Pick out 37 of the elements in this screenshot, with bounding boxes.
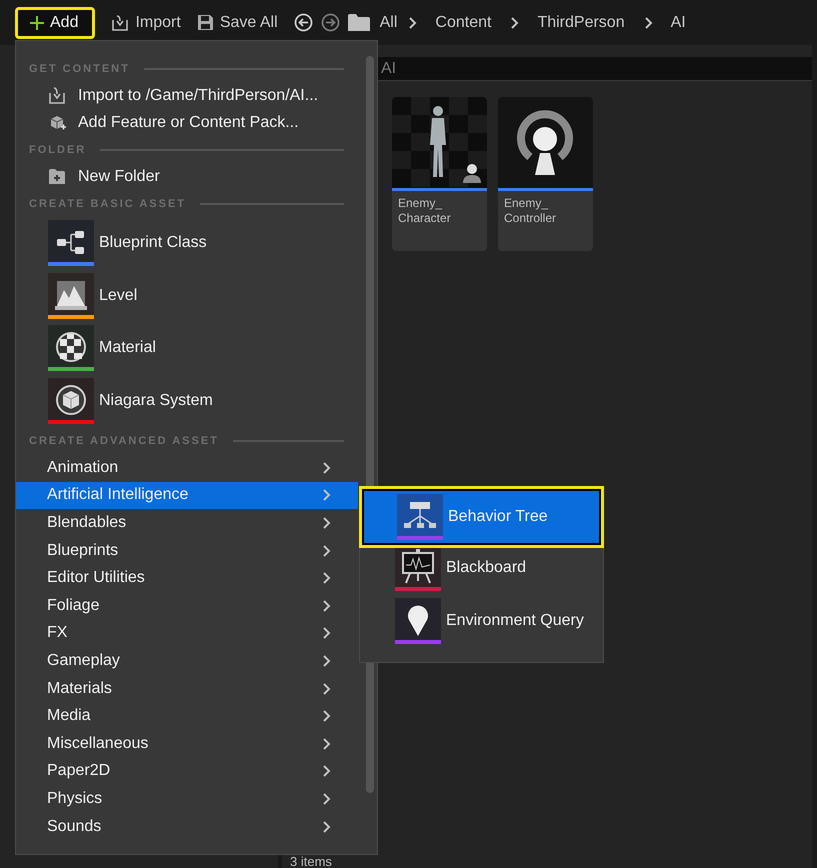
menu-item[interactable]: Foliage [16,592,358,620]
menu-item[interactable]: Miscellaneous [16,730,358,758]
breadcrumb-item[interactable]: Content [433,14,494,32]
asset-tile[interactable]: Enemy_ Character [392,97,487,251]
save-all-button[interactable]: Save All [196,14,286,32]
menu-item[interactable]: Materials [16,674,358,702]
menu-item[interactable]: Blendables [16,509,358,537]
menu-item[interactable]: Physics [16,785,358,813]
search-field[interactable]: AI [378,57,812,81]
menu-item[interactable]: Editor Utilities [16,564,358,592]
menu-item[interactable]: Behavior Tree [362,489,601,545]
menu-item[interactable]: Blackboard [362,542,601,594]
menu-item[interactable]: Gameplay [16,647,358,675]
add-button[interactable]: Add [15,6,96,38]
menu-item[interactable]: Blueprint Class [16,217,377,270]
menu-item[interactable]: Artificial Intelligence [16,482,358,510]
menu-item[interactable]: Import to /Game/ThirdPerson/AI... [16,82,377,109]
menu-item[interactable]: Blueprints [16,536,358,564]
asset-name: Enemy_ Controller [503,195,558,227]
menu-item[interactable]: Media [16,702,358,730]
menu-item[interactable]: Paper2D [16,758,358,786]
import-button[interactable]: Import [111,14,189,32]
menu-item[interactable]: FX [16,620,358,648]
menu-item[interactable]: Sounds [16,812,358,840]
breadcrumb-item[interactable]: AI [668,14,688,32]
menu-item[interactable]: New Folder [16,163,377,190]
menu-item[interactable]: Material [16,322,377,374]
menu-item[interactable]: Environment Query [362,594,601,647]
menu-item[interactable]: Niagara System [16,374,377,427]
asset-tile[interactable]: Enemy_ Controller [498,97,593,251]
breadcrumb-item[interactable]: All [378,14,400,32]
item-count: 3 items [289,856,333,868]
menu-item[interactable]: Level [16,270,377,322]
menu-item[interactable]: Animation [16,454,358,482]
menu-item[interactable]: Add Feature or Content Pack... [16,109,377,136]
breadcrumb-item[interactable]: ThirdPerson [535,14,627,32]
asset-name: Enemy_ Character [397,195,452,227]
